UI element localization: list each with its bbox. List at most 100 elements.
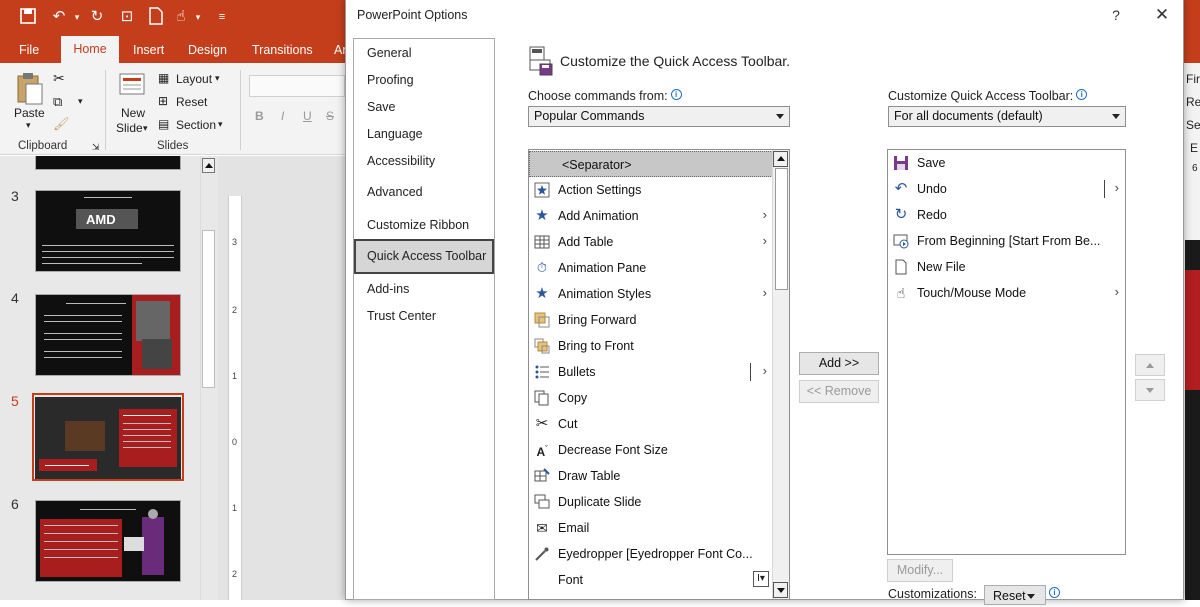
nav-general[interactable]: General	[367, 46, 411, 60]
font-name-box[interactable]	[249, 75, 345, 97]
list-item[interactable]: Aˇ Decrease Font Size	[529, 437, 773, 463]
new-slide-icon[interactable]	[118, 70, 146, 100]
undo-dropdown-icon[interactable]: ▾	[67, 7, 87, 27]
list-item[interactable]: New File	[888, 254, 1125, 280]
italic-button[interactable]: I	[281, 109, 284, 123]
list-item[interactable]: ★ Add Animation ›	[529, 203, 773, 229]
slide-scroll-up-button[interactable]	[202, 158, 215, 173]
layout-dropdown-icon[interactable]: ▾	[215, 73, 220, 84]
nav-advanced[interactable]: Advanced	[367, 185, 423, 199]
list-item[interactable]: Save	[888, 150, 1125, 176]
copy-icon[interactable]: ⧉	[53, 94, 62, 110]
nav-trust-center[interactable]: Trust Center	[367, 309, 436, 323]
add-button[interactable]: Add >>	[799, 352, 879, 375]
new-file-icon[interactable]	[146, 7, 166, 27]
list-item[interactable]: From Beginning [Start From Be...	[888, 228, 1125, 254]
new-slide-label-1[interactable]: New	[121, 106, 145, 120]
strikethrough-button[interactable]: S	[326, 109, 334, 123]
nav-accessibility[interactable]: Accessibility	[367, 154, 435, 168]
list-item[interactable]: Copy	[529, 385, 773, 411]
slide-scroll-thumb[interactable]	[202, 230, 215, 388]
list-item[interactable]: ⏱ Animation Pane	[529, 255, 773, 281]
vertical-ruler	[228, 196, 242, 600]
touch-dropdown-icon[interactable]: ▾	[188, 7, 208, 27]
editing-group-label: E	[1190, 141, 1199, 155]
replace-button[interactable]: Re	[1186, 95, 1200, 109]
list-item[interactable]: Add Table ›	[529, 229, 773, 255]
move-down-button[interactable]	[1135, 379, 1165, 401]
modify-button[interactable]: Modify...	[887, 559, 953, 582]
remove-button[interactable]: << Remove	[799, 380, 879, 403]
redo-icon[interactable]: ↻	[87, 7, 107, 27]
nav-add-ins[interactable]: Add-ins	[367, 282, 409, 296]
scroll-down-button[interactable]	[773, 582, 788, 598]
font-dropdown-icon: I▾	[753, 571, 769, 587]
list-item[interactable]: ★ Animation Styles ›	[529, 281, 773, 307]
list-item[interactable]: ✂ Cut	[529, 411, 773, 437]
choose-commands-dropdown[interactable]: Popular Commands	[528, 106, 790, 127]
section-button[interactable]: Section	[176, 118, 216, 132]
nav-customize-ribbon[interactable]: Customize Ribbon	[367, 218, 469, 232]
customize-qat-dropdown[interactable]: For all documents (default)	[888, 106, 1126, 127]
new-slide-label-2[interactable]: Slide	[116, 121, 143, 135]
commands-list[interactable]: <Separator> Action Settings ★ Add Animat…	[528, 149, 790, 600]
list-item[interactable]: Bullets ›	[529, 359, 773, 385]
slide-thumbnail-5[interactable]	[35, 397, 181, 479]
find-button[interactable]: Fir	[1186, 72, 1200, 86]
list-item-label: Cut	[558, 417, 578, 431]
layout-button[interactable]: Layout	[176, 72, 212, 86]
list-item[interactable]: ☝ Touch/Mouse Mode ›	[888, 280, 1125, 306]
tab-design[interactable]: Design	[188, 42, 227, 62]
format-painter-icon[interactable]: 🖌	[53, 116, 70, 132]
list-item[interactable]: Duplicate Slide	[529, 489, 773, 515]
help-icon[interactable]: ?	[1109, 7, 1123, 23]
slide-thumbnail-2[interactable]	[35, 156, 181, 170]
reset-button[interactable]: Reset	[176, 95, 207, 109]
slide-thumbnail-3[interactable]: AMD	[35, 190, 181, 272]
paste-button[interactable]: Paste	[14, 106, 45, 120]
nav-language[interactable]: Language	[367, 127, 423, 141]
clipboard-launcher-icon[interactable]: ⇲	[92, 142, 100, 153]
cut-icon[interactable]: ✂	[53, 70, 65, 87]
underline-button[interactable]: U	[303, 109, 312, 123]
bold-button[interactable]: B	[255, 109, 264, 123]
tab-transitions[interactable]: Transitions	[252, 42, 313, 62]
nav-save[interactable]: Save	[367, 100, 396, 114]
redo-icon: ↻	[894, 206, 908, 223]
list-item[interactable]: <Separator>	[529, 151, 773, 177]
list-item[interactable]: Draw Table	[529, 463, 773, 489]
commands-scroll-thumb[interactable]	[775, 168, 788, 290]
list-item[interactable]: ↶ Undo ›	[888, 176, 1125, 202]
close-icon[interactable]: ✕	[1153, 5, 1171, 25]
list-item-label: New File	[917, 260, 966, 274]
tab-file[interactable]: File	[19, 42, 39, 62]
undo-icon[interactable]: ↶	[49, 7, 69, 27]
nav-quick-access-toolbar[interactable]: Quick Access Toolbar	[367, 249, 486, 263]
list-item[interactable]: Action Settings	[529, 177, 773, 203]
paste-dropdown-icon[interactable]: ▾	[26, 120, 31, 131]
list-item[interactable]: Bring to Front	[529, 333, 773, 359]
reset-dropdown-button[interactable]: Reset	[984, 585, 1046, 605]
move-up-button[interactable]	[1135, 354, 1165, 376]
copy-dropdown-icon[interactable]: ▾	[78, 96, 83, 107]
list-item-label: From Beginning [Start From Be...	[917, 234, 1101, 248]
paste-icon[interactable]	[16, 72, 44, 106]
new-slide-dropdown-icon[interactable]: ▾	[143, 123, 148, 134]
tab-home[interactable]: Home	[61, 36, 119, 63]
section-dropdown-icon[interactable]: ▾	[218, 119, 223, 130]
slide-thumbnail-6[interactable]	[35, 500, 181, 582]
list-item[interactable]: ✉ Email	[529, 515, 773, 541]
tab-insert[interactable]: Insert	[133, 42, 164, 62]
scroll-up-button[interactable]	[773, 151, 788, 167]
list-item[interactable]: Bring Forward	[529, 307, 773, 333]
list-item[interactable]: Eyedropper [Eyedropper Font Co...	[529, 541, 773, 567]
customize-qat-icon[interactable]: ≡	[212, 7, 232, 27]
list-item[interactable]: ↻ Redo	[888, 202, 1125, 228]
from-beginning-icon[interactable]: ⊡	[117, 7, 137, 27]
select-button[interactable]: Sel	[1186, 118, 1200, 132]
list-item[interactable]: Font I▾	[529, 567, 773, 593]
nav-proofing[interactable]: Proofing	[367, 73, 414, 87]
chevron-down-icon	[776, 114, 784, 119]
slide-thumbnail-4[interactable]	[35, 294, 181, 376]
save-icon[interactable]	[18, 7, 38, 27]
